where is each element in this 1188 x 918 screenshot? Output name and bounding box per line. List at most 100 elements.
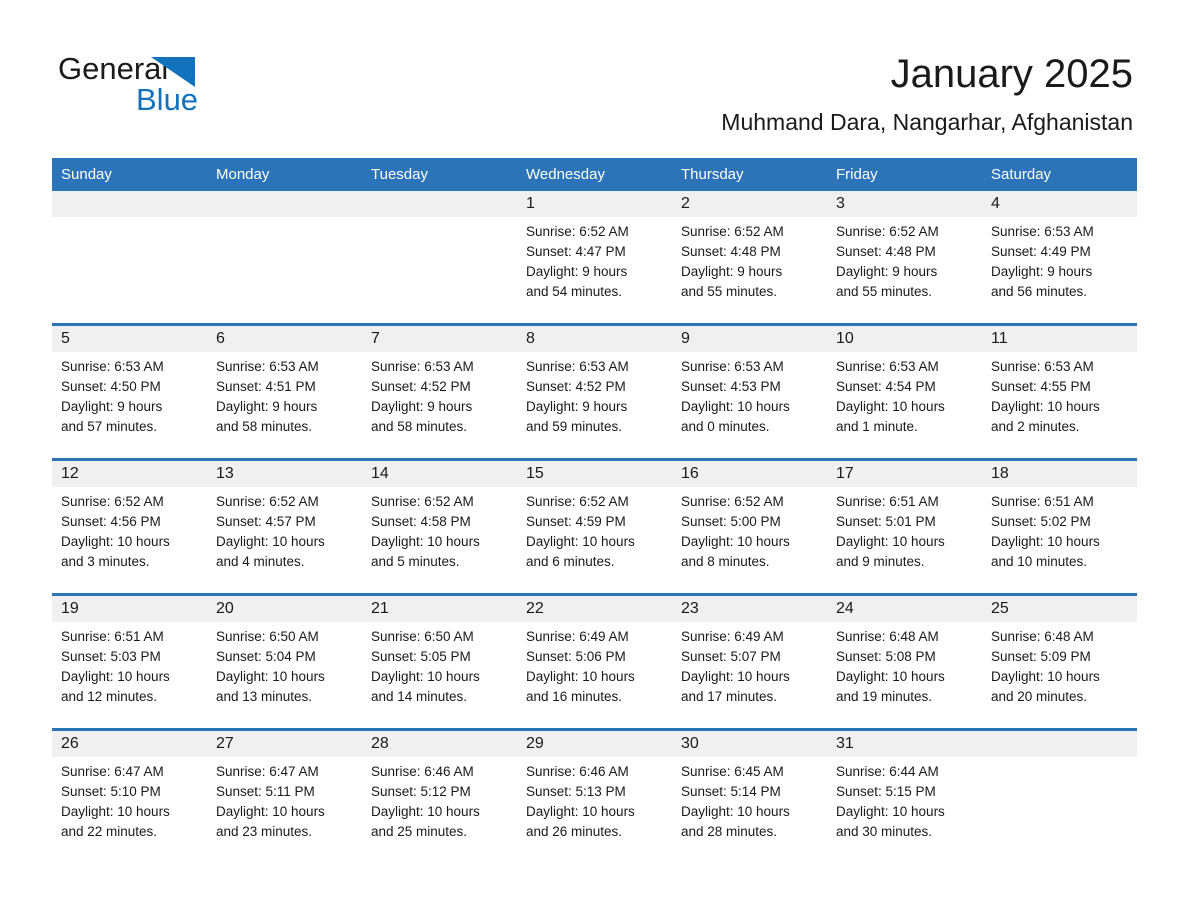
day-sun-info: Sunrise: 6:49 AM Sunset: 5:06 PM Daylight:… xyxy=(517,622,672,707)
sunset-text: Sunset: 4:52 PM xyxy=(371,379,471,394)
calendar-day-cell[interactable]: 6 Sunrise: 6:53 AM Sunset: 4:51 PM Daylight… xyxy=(207,323,362,460)
sunset-text: Sunset: 5:12 PM xyxy=(371,784,471,799)
logo-text-blue: Blue xyxy=(136,82,199,117)
calendar-day-cell-empty xyxy=(52,191,207,325)
daylight-text-line1: Daylight: 10 hours xyxy=(61,534,170,549)
weekday-header-friday: Friday xyxy=(827,158,982,191)
day-number: 15 xyxy=(517,461,672,487)
sunrise-text: Sunrise: 6:53 AM xyxy=(61,359,164,374)
sunrise-text: Sunrise: 6:52 AM xyxy=(526,494,629,509)
sunrise-text: Sunrise: 6:52 AM xyxy=(216,494,319,509)
calendar-week-row: 5 Sunrise: 6:53 AM Sunset: 4:50 PM Daylight… xyxy=(52,323,1137,460)
calendar-day-cell[interactable]: 3 Sunrise: 6:52 AM Sunset: 4:48 PM Daylight… xyxy=(827,191,982,325)
calendar-day-cell[interactable]: 27 Sunrise: 6:47 AM Sunset: 5:11 PM Dayligh… xyxy=(207,728,362,863)
day-number: 21 xyxy=(362,596,517,622)
calendar-day-cell[interactable]: 21 Sunrise: 6:50 AM Sunset: 5:05 PM Dayligh… xyxy=(362,593,517,730)
calendar-day-cell[interactable]: 30 Sunrise: 6:45 AM Sunset: 5:14 PM Dayligh… xyxy=(672,728,827,863)
weekday-header-thursday: Thursday xyxy=(672,158,827,191)
day-sun-info: Sunrise: 6:53 AM Sunset: 4:53 PM Daylight:… xyxy=(672,352,827,437)
sunset-text: Sunset: 5:09 PM xyxy=(991,649,1091,664)
calendar-day-cell[interactable]: 2 Sunrise: 6:52 AM Sunset: 4:48 PM Daylight… xyxy=(672,191,827,325)
sunrise-text: Sunrise: 6:52 AM xyxy=(681,224,784,239)
daylight-text-line1: Daylight: 10 hours xyxy=(371,534,480,549)
calendar-container: Sunday Monday Tuesday Wednesday Thursday… xyxy=(52,158,1137,863)
sunset-text: Sunset: 5:14 PM xyxy=(681,784,781,799)
calendar-day-cell[interactable]: 9 Sunrise: 6:53 AM Sunset: 4:53 PM Daylight… xyxy=(672,323,827,460)
calendar-day-cell[interactable]: 19 Sunrise: 6:51 AM Sunset: 5:03 PM Dayligh… xyxy=(52,593,207,730)
sunset-text: Sunset: 5:03 PM xyxy=(61,649,161,664)
daylight-text-line1: Daylight: 10 hours xyxy=(61,669,170,684)
sunset-text: Sunset: 4:55 PM xyxy=(991,379,1091,394)
general-blue-logo[interactable]: General Blue xyxy=(58,52,318,124)
daylight-text-line1: Daylight: 10 hours xyxy=(371,669,480,684)
calendar-day-cell[interactable]: 28 Sunrise: 6:46 AM Sunset: 5:12 PM Dayligh… xyxy=(362,728,517,863)
daylight-text-line1: Daylight: 9 hours xyxy=(991,264,1093,279)
calendar-day-cell[interactable]: 5 Sunrise: 6:53 AM Sunset: 4:50 PM Daylight… xyxy=(52,323,207,460)
calendar-day-cell[interactable]: 12 Sunrise: 6:52 AM Sunset: 4:56 PM Dayligh… xyxy=(52,458,207,595)
daylight-text-line1: Daylight: 9 hours xyxy=(836,264,938,279)
day-number: 5 xyxy=(52,326,207,352)
calendar-day-cell[interactable]: 4 Sunrise: 6:53 AM Sunset: 4:49 PM Daylight… xyxy=(982,191,1137,325)
sunset-text: Sunset: 4:48 PM xyxy=(836,244,936,259)
day-number: 22 xyxy=(517,596,672,622)
day-sun-info: Sunrise: 6:47 AM Sunset: 5:10 PM Daylight:… xyxy=(52,757,207,842)
sunset-text: Sunset: 5:06 PM xyxy=(526,649,626,664)
daylight-text-line1: Daylight: 9 hours xyxy=(216,399,318,414)
daylight-text-line2: and 14 minutes. xyxy=(371,689,468,704)
daylight-text-line1: Daylight: 9 hours xyxy=(681,264,783,279)
sunset-text: Sunset: 4:53 PM xyxy=(681,379,781,394)
sunrise-text: Sunrise: 6:51 AM xyxy=(836,494,939,509)
day-number: 7 xyxy=(362,326,517,352)
calendar-day-cell[interactable]: 31 Sunrise: 6:44 AM Sunset: 5:15 PM Dayligh… xyxy=(827,728,982,863)
sunrise-text: Sunrise: 6:53 AM xyxy=(991,224,1094,239)
calendar-day-cell[interactable]: 25 Sunrise: 6:48 AM Sunset: 5:09 PM Dayligh… xyxy=(982,593,1137,730)
day-number: 14 xyxy=(362,461,517,487)
calendar-day-cell[interactable]: 8 Sunrise: 6:53 AM Sunset: 4:52 PM Daylight… xyxy=(517,323,672,460)
calendar-table: Sunday Monday Tuesday Wednesday Thursday… xyxy=(52,158,1137,863)
daylight-text-line2: and 13 minutes. xyxy=(216,689,313,704)
calendar-day-cell[interactable]: 17 Sunrise: 6:51 AM Sunset: 5:01 PM Dayligh… xyxy=(827,458,982,595)
sunset-text: Sunset: 4:58 PM xyxy=(371,514,471,529)
day-sun-info: Sunrise: 6:50 AM Sunset: 5:05 PM Daylight:… xyxy=(362,622,517,707)
day-sun-info: Sunrise: 6:52 AM Sunset: 4:48 PM Daylight:… xyxy=(672,217,827,302)
calendar-day-cell[interactable]: 10 Sunrise: 6:53 AM Sunset: 4:54 PM Dayligh… xyxy=(827,323,982,460)
daylight-text-line2: and 16 minutes. xyxy=(526,689,623,704)
daylight-text-line2: and 55 minutes. xyxy=(681,284,778,299)
calendar-day-cell[interactable]: 29 Sunrise: 6:46 AM Sunset: 5:13 PM Dayligh… xyxy=(517,728,672,863)
daylight-text-line1: Daylight: 10 hours xyxy=(991,669,1100,684)
page-subtitle-location: Muhmand Dara, Nangarhar, Afghanistan xyxy=(721,109,1133,135)
daylight-text-line1: Daylight: 9 hours xyxy=(526,399,628,414)
calendar-day-cell[interactable]: 16 Sunrise: 6:52 AM Sunset: 5:00 PM Dayligh… xyxy=(672,458,827,595)
weekday-header-wednesday: Wednesday xyxy=(517,158,672,191)
sunrise-text: Sunrise: 6:47 AM xyxy=(61,764,164,779)
calendar-day-cell-empty xyxy=(362,191,517,325)
calendar-day-cell[interactable]: 24 Sunrise: 6:48 AM Sunset: 5:08 PM Dayligh… xyxy=(827,593,982,730)
calendar-day-cell[interactable]: 23 Sunrise: 6:49 AM Sunset: 5:07 PM Dayligh… xyxy=(672,593,827,730)
calendar-day-cell[interactable]: 20 Sunrise: 6:50 AM Sunset: 5:04 PM Dayligh… xyxy=(207,593,362,730)
calendar-day-cell[interactable]: 13 Sunrise: 6:52 AM Sunset: 4:57 PM Dayligh… xyxy=(207,458,362,595)
day-sun-info: Sunrise: 6:51 AM Sunset: 5:01 PM Daylight:… xyxy=(827,487,982,572)
daylight-text-line1: Daylight: 10 hours xyxy=(836,669,945,684)
sunrise-text: Sunrise: 6:51 AM xyxy=(991,494,1094,509)
calendar-day-cell[interactable]: 26 Sunrise: 6:47 AM Sunset: 5:10 PM Dayligh… xyxy=(52,728,207,863)
sunrise-text: Sunrise: 6:49 AM xyxy=(681,629,784,644)
sunset-text: Sunset: 5:08 PM xyxy=(836,649,936,664)
calendar-day-cell[interactable]: 1 Sunrise: 6:52 AM Sunset: 4:47 PM Daylight… xyxy=(517,191,672,325)
weekday-header-tuesday: Tuesday xyxy=(362,158,517,191)
calendar-day-cell[interactable]: 22 Sunrise: 6:49 AM Sunset: 5:06 PM Dayligh… xyxy=(517,593,672,730)
daylight-text-line2: and 25 minutes. xyxy=(371,824,468,839)
calendar-body: 1 Sunrise: 6:52 AM Sunset: 4:47 PM Daylight… xyxy=(52,191,1137,863)
calendar-day-cell[interactable]: 11 Sunrise: 6:53 AM Sunset: 4:55 PM Dayligh… xyxy=(982,323,1137,460)
day-number: 25 xyxy=(982,596,1137,622)
sunrise-text: Sunrise: 6:53 AM xyxy=(216,359,319,374)
sunrise-text: Sunrise: 6:45 AM xyxy=(681,764,784,779)
sunrise-text: Sunrise: 6:50 AM xyxy=(216,629,319,644)
daylight-text-line2: and 57 minutes. xyxy=(61,419,158,434)
day-sun-info: Sunrise: 6:49 AM Sunset: 5:07 PM Daylight:… xyxy=(672,622,827,707)
daylight-text-line1: Daylight: 10 hours xyxy=(836,804,945,819)
calendar-day-cell[interactable]: 15 Sunrise: 6:52 AM Sunset: 4:59 PM Dayligh… xyxy=(517,458,672,595)
day-number: 2 xyxy=(672,191,827,217)
calendar-day-cell[interactable]: 14 Sunrise: 6:52 AM Sunset: 4:58 PM Dayligh… xyxy=(362,458,517,595)
calendar-day-cell[interactable]: 18 Sunrise: 6:51 AM Sunset: 5:02 PM Dayligh… xyxy=(982,458,1137,595)
calendar-day-cell[interactable]: 7 Sunrise: 6:53 AM Sunset: 4:52 PM Daylight… xyxy=(362,323,517,460)
